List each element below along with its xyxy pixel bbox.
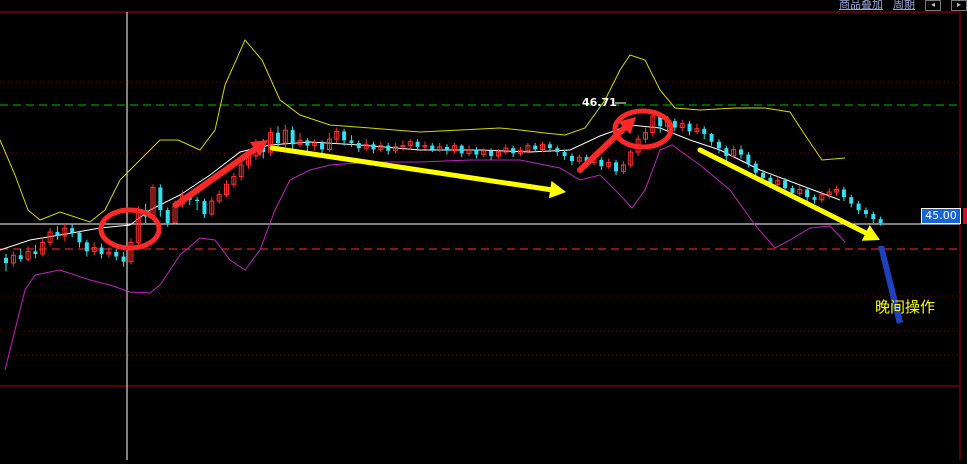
candle-body xyxy=(445,146,449,151)
candle-body xyxy=(320,143,325,150)
candle-body xyxy=(724,148,729,156)
candle-body xyxy=(849,197,854,204)
current-price-tag: 45.00 xyxy=(921,208,961,224)
candle-body xyxy=(783,180,788,189)
candle-body xyxy=(305,140,310,146)
candle-body xyxy=(275,132,280,144)
period-link[interactable]: 周期 xyxy=(893,0,915,10)
candle-body xyxy=(569,155,574,162)
candle-body xyxy=(84,242,89,252)
candle-body xyxy=(158,187,163,211)
overlay-link[interactable]: 商品叠加 xyxy=(839,0,883,10)
prev-icon[interactable]: ◂ xyxy=(925,0,941,11)
candle-body xyxy=(761,172,766,178)
chart-toolbar: 商品叠加 周期 ◂ ▸ xyxy=(839,0,967,12)
candle-body xyxy=(599,159,604,167)
candle-body xyxy=(55,232,60,236)
annotation-text: 晚间操作 xyxy=(875,298,936,316)
candle-body xyxy=(459,145,464,154)
candle-body xyxy=(746,154,751,164)
candle-body xyxy=(753,163,758,173)
candle-body xyxy=(77,232,82,243)
candle-body xyxy=(371,144,376,150)
candle-body xyxy=(4,257,8,263)
candle-body xyxy=(687,123,692,132)
bollinger-mid-line xyxy=(0,124,841,251)
candle-body xyxy=(812,197,817,200)
candle-body xyxy=(33,251,38,254)
candle-body xyxy=(716,141,721,149)
candle-body xyxy=(547,144,552,149)
candle-body xyxy=(70,228,75,233)
candle-body xyxy=(489,150,494,156)
candle-body xyxy=(511,148,516,154)
candle-body xyxy=(702,128,707,134)
candle-body xyxy=(863,210,868,214)
candle-body xyxy=(99,247,104,254)
candle-body xyxy=(562,152,567,156)
annotation-arrow-up-1-shaft xyxy=(173,146,258,208)
candle-body xyxy=(121,256,126,262)
candle-body xyxy=(555,148,560,153)
candle-body xyxy=(790,188,795,194)
candle-body xyxy=(202,201,207,214)
candle-body xyxy=(841,189,846,198)
candle-body xyxy=(614,162,619,172)
candle-body xyxy=(18,255,23,260)
candle-body xyxy=(430,145,435,150)
candle-body xyxy=(114,252,119,257)
chart-stage[interactable]: 商品叠加 周期 ◂ ▸ 45.00 46.71 晚间操作 xyxy=(0,0,967,460)
candle-body xyxy=(739,149,743,155)
candle-body xyxy=(165,210,170,223)
candlestick-chart[interactable] xyxy=(0,0,967,460)
candle-body xyxy=(533,145,538,150)
candle-body xyxy=(342,131,347,141)
candle-body xyxy=(195,199,200,202)
candle-body xyxy=(386,145,391,151)
candle-body xyxy=(290,130,295,145)
peak-price-label: 46.71 xyxy=(582,96,617,109)
candle-body xyxy=(474,149,479,155)
candle-body xyxy=(878,219,883,223)
candle-body xyxy=(856,203,861,211)
next-icon[interactable]: ▸ xyxy=(951,0,967,11)
candle-body xyxy=(871,213,876,220)
candle-body xyxy=(709,133,714,142)
annotation-arrow-down-2-shaft xyxy=(697,147,869,236)
candle-body xyxy=(805,189,810,198)
candle-body xyxy=(672,121,677,128)
candle-body xyxy=(415,141,420,147)
candle-body xyxy=(356,143,361,149)
candle-body xyxy=(349,140,354,144)
price-scale-marker xyxy=(963,208,967,224)
annotation-arrow-down-1-head xyxy=(548,180,566,199)
